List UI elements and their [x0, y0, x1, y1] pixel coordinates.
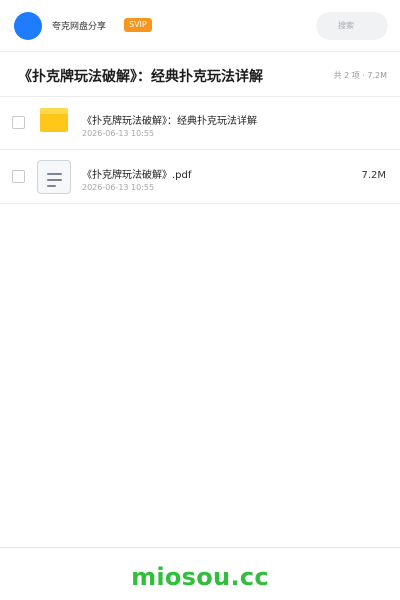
row-checkbox[interactable] — [12, 116, 25, 129]
document-icon — [37, 160, 71, 194]
footer-watermark-bar: miosou.cc — [0, 547, 400, 600]
document-line — [47, 173, 62, 175]
file-size: 7.2M — [361, 170, 386, 181]
avatar[interactable] — [14, 12, 42, 40]
file-name[interactable]: 《扑克牌玩法破解》：经典扑克玩法详解 — [82, 112, 257, 127]
top-header: 夸克网盘分享 SVIP 搜索 — [0, 0, 400, 52]
file-date: 2026-06-13 10:55 — [82, 183, 155, 192]
app-name: 夸克网盘分享 — [52, 22, 107, 32]
search-input[interactable]: 搜索 — [316, 12, 388, 40]
file-row[interactable]: 《扑克牌玩法破解》：经典扑克玩法详解 2026-06-13 10:55 — [0, 96, 400, 150]
file-row[interactable]: 《扑克牌玩法破解》.pdf 2026-06-13 10:55 7.2M — [0, 150, 400, 204]
folder-body — [40, 114, 68, 132]
item-summary: 共 2 项 · 7.2M — [333, 71, 387, 80]
share-title-bar: 《扑克牌玩法破解》：经典扑克玩法详解 共 2 项 · 7.2M — [0, 53, 400, 97]
folder-icon — [40, 108, 68, 132]
file-date: 2026-06-13 10:55 — [82, 129, 155, 138]
svip-badge: SVIP — [124, 18, 152, 32]
page-title: 《扑克牌玩法破解》：经典扑克玩法详解 — [18, 69, 263, 85]
document-line — [47, 179, 62, 181]
file-name[interactable]: 《扑克牌玩法破解》.pdf — [82, 166, 191, 181]
row-checkbox[interactable] — [12, 170, 25, 183]
watermark-text: miosou.cc — [131, 563, 269, 591]
document-line — [47, 185, 56, 187]
